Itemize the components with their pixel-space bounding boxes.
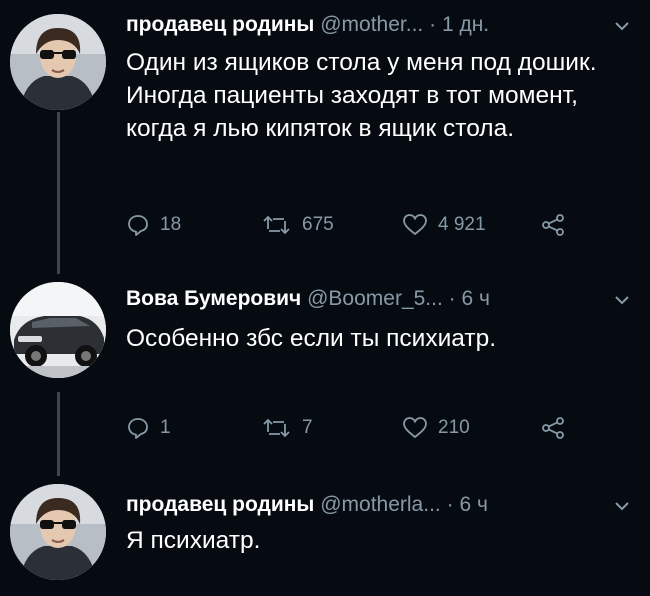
avatar[interactable] (10, 484, 106, 580)
tweet-text: Особенно збс если ты психиатр. (126, 325, 497, 352)
author-handle[interactable]: @Boomer_5... (307, 287, 443, 310)
timestamp[interactable]: 6 ч (459, 493, 487, 516)
like-count: 4 921 (438, 214, 486, 235)
tweet-header: продавец родины @mother... · 1 дн. (126, 12, 489, 38)
retweet-count: 675 (302, 214, 334, 235)
reply-count: 18 (160, 214, 182, 235)
author-handle[interactable]: @motherla... (320, 493, 441, 516)
avatar[interactable] (10, 282, 106, 378)
tweet-actions: 1 7 210 (126, 416, 606, 446)
timestamp[interactable]: 6 ч (462, 287, 490, 310)
author-name[interactable]: продавец родины (126, 13, 314, 36)
retweet-button[interactable]: 675 (262, 213, 334, 237)
tweet-actions: 18 675 4 921 (126, 213, 606, 243)
retweet-icon (263, 215, 290, 235)
author-name[interactable]: Вова Бумерович (126, 287, 301, 310)
like-count: 210 (438, 417, 470, 438)
like-button[interactable]: 210 (402, 416, 470, 440)
tweet[interactable]: Вова Бумерович @Boomer_5... · 6 ч Особен… (0, 270, 650, 460)
retweet-icon (263, 418, 290, 438)
separator-dot: · (429, 13, 437, 36)
chevron-down-icon[interactable] (614, 290, 630, 311)
tweet-header: Вова Бумерович @Boomer_5... · 6 ч (126, 286, 490, 312)
timestamp[interactable]: 1 дн. (442, 13, 489, 36)
avatar-image (10, 484, 106, 580)
avatar[interactable] (10, 14, 106, 110)
heart-icon (403, 417, 427, 439)
share-icon (542, 214, 564, 236)
avatar-image (10, 14, 106, 110)
heart-icon (403, 214, 427, 236)
share-button[interactable] (540, 213, 566, 237)
reply-button[interactable]: 1 (126, 416, 171, 440)
share-icon (542, 417, 564, 439)
author-handle[interactable]: @mother... (320, 13, 423, 36)
tweet-text: Один из ящиков стола у меня под дошик. И… (126, 49, 597, 142)
separator-dot: · (448, 287, 456, 310)
like-button[interactable]: 4 921 (402, 213, 486, 237)
reply-icon (128, 215, 148, 236)
reply-button[interactable]: 18 (126, 213, 181, 237)
retweet-button[interactable]: 7 (262, 416, 313, 440)
chevron-down-icon[interactable] (614, 496, 630, 517)
tweet-header: продавец родины @motherla... · 6 ч (126, 492, 488, 518)
separator-dot: · (446, 493, 454, 516)
chevron-down-icon[interactable] (614, 16, 630, 37)
reply-icon (128, 418, 148, 439)
tweet[interactable]: продавец родины @mother... · 1 дн. Один … (0, 0, 650, 265)
author-name[interactable]: продавец родины (126, 493, 314, 516)
tweet-text: Я психиатр. (126, 527, 261, 554)
share-button[interactable] (540, 416, 566, 440)
retweet-count: 7 (302, 417, 313, 438)
reply-count: 1 (160, 417, 171, 438)
avatar-image (10, 282, 106, 378)
tweet[interactable]: продавец родины @motherla... · 6 ч Я пси… (0, 470, 650, 596)
